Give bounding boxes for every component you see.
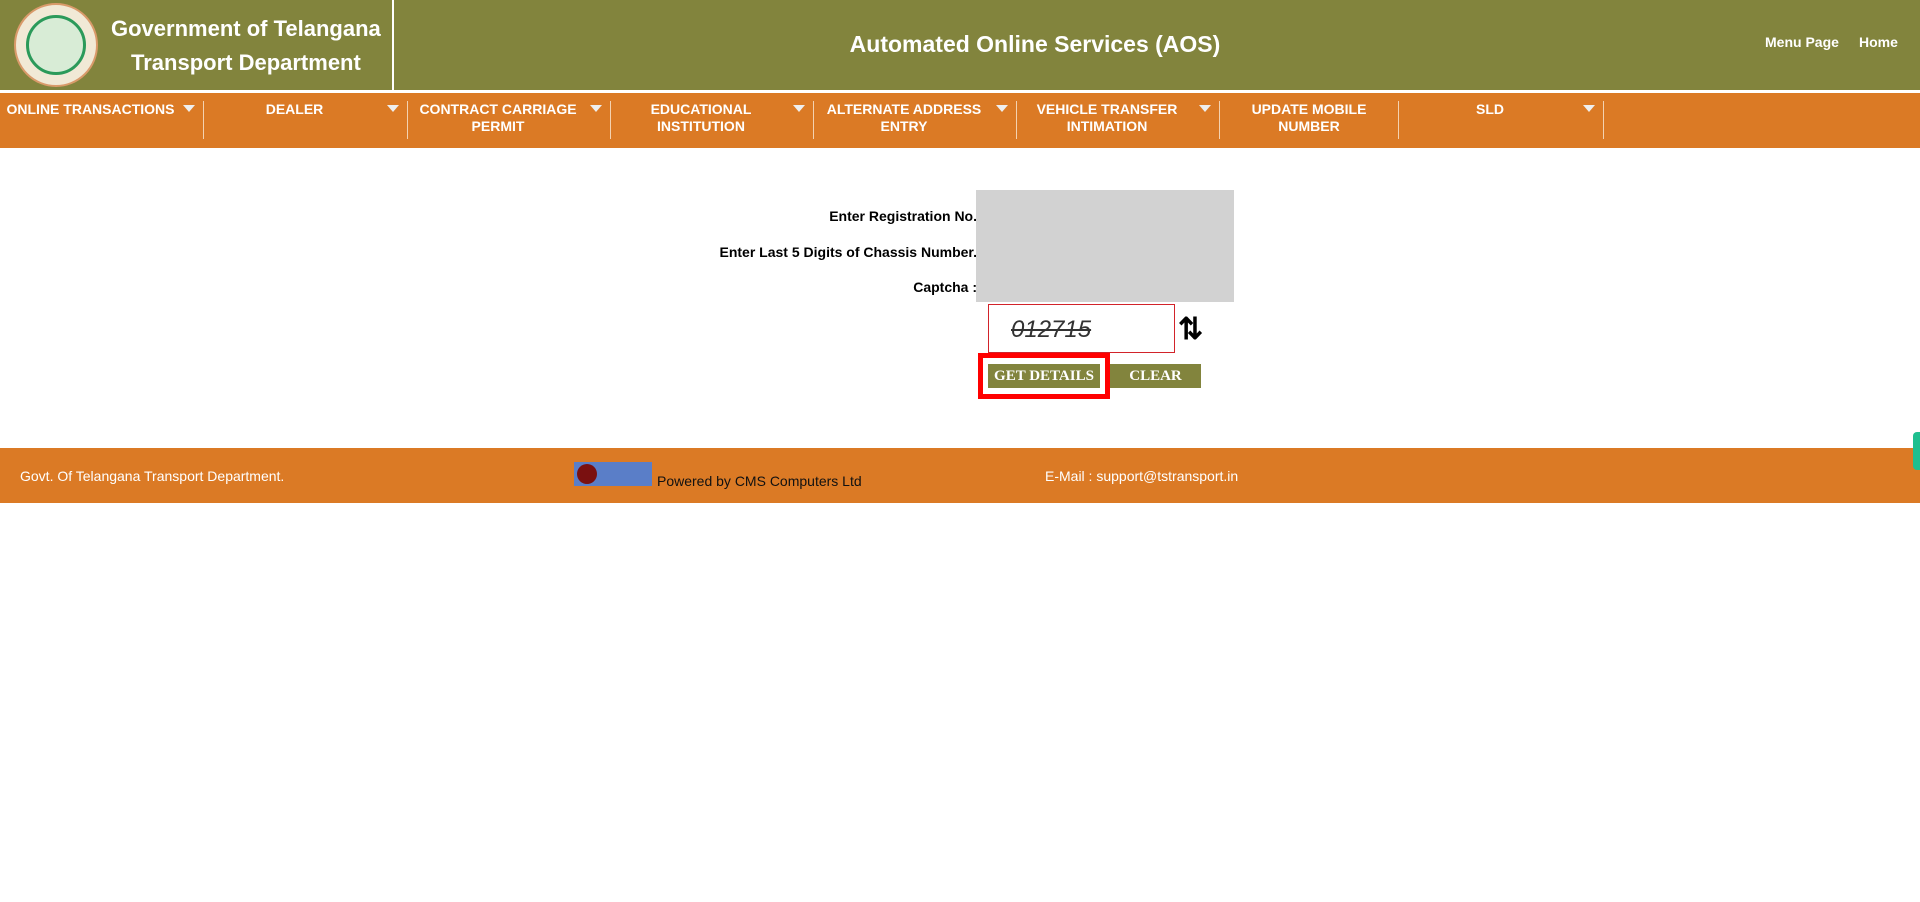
- dropdown-arrow-icon: [1199, 105, 1211, 112]
- powered-by: Powered by CMS Computers Ltd: [657, 473, 862, 489]
- nav-label: CONTRACT CARRIAGE PERMIT: [419, 101, 577, 134]
- captcha-text: 012715: [1011, 316, 1092, 343]
- nav-alternate-address-entry[interactable]: ALTERNATE ADDRESS ENTRY: [814, 101, 1017, 139]
- redacted-input-fields[interactable]: [976, 190, 1234, 302]
- dropdown-arrow-icon: [183, 105, 195, 112]
- nav-label: DEALER: [265, 101, 324, 117]
- captcha-image: 012715: [988, 304, 1175, 353]
- nav-online-transactions[interactable]: ONLINE TRANSACTIONS: [0, 101, 204, 139]
- registration-label: Enter Registration No.: [829, 208, 977, 224]
- menu-page-link[interactable]: Menu Page: [1765, 34, 1839, 50]
- nav-update-mobile-number[interactable]: UPDATE MOBILE NUMBER: [1220, 101, 1399, 139]
- nav-vehicle-transfer-intimation[interactable]: VEHICLE TRANSFER INTIMATION: [1017, 101, 1220, 139]
- nav-label: VEHICLE TRANSFER INTIMATION: [1036, 101, 1178, 134]
- footer: Govt. Of Telangana Transport Department.…: [0, 448, 1920, 503]
- support-email: E-Mail : support@tstransport.in: [1045, 468, 1239, 484]
- get-details-button[interactable]: GET DETAILS: [988, 364, 1100, 388]
- header: Government of Telangana Transport Depart…: [0, 0, 1920, 90]
- chassis-label: Enter Last 5 Digits of Chassis Number.: [719, 244, 977, 260]
- nav-contract-carriage-permit[interactable]: CONTRACT CARRIAGE PERMIT: [408, 101, 611, 139]
- nav-label: EDUCATIONAL INSTITUTION: [650, 101, 752, 134]
- clear-button[interactable]: CLEAR: [1110, 364, 1201, 388]
- nav-dealer[interactable]: DEALER: [204, 101, 408, 139]
- captcha-label: Captcha :: [913, 279, 977, 295]
- dropdown-arrow-icon: [387, 105, 399, 112]
- nav-educational-institution[interactable]: EDUCATIONAL INSTITUTION: [611, 101, 814, 139]
- page-title: Automated Online Services (AOS): [849, 31, 1221, 57]
- dropdown-arrow-icon: [996, 105, 1008, 112]
- dropdown-arrow-icon: [590, 105, 602, 112]
- side-widget-tab[interactable]: [1913, 432, 1920, 470]
- main-nav: ONLINE TRANSACTIONS DEALER CONTRACT CARR…: [0, 93, 1920, 148]
- home-link[interactable]: Home: [1859, 34, 1898, 50]
- nav-label: ONLINE TRANSACTIONS: [6, 101, 175, 117]
- cms-logo: [574, 462, 652, 486]
- nav-label: ALTERNATE ADDRESS ENTRY: [826, 101, 982, 134]
- refresh-captcha-icon[interactable]: ⇅: [1178, 315, 1203, 345]
- dropdown-arrow-icon: [1583, 105, 1595, 112]
- dropdown-arrow-icon: [793, 105, 805, 112]
- nav-label: UPDATE MOBILE NUMBER: [1251, 101, 1367, 134]
- nav-sld[interactable]: SLD: [1399, 101, 1604, 139]
- nav-label: SLD: [1476, 101, 1504, 117]
- footer-dept: Govt. Of Telangana Transport Department.: [20, 468, 285, 484]
